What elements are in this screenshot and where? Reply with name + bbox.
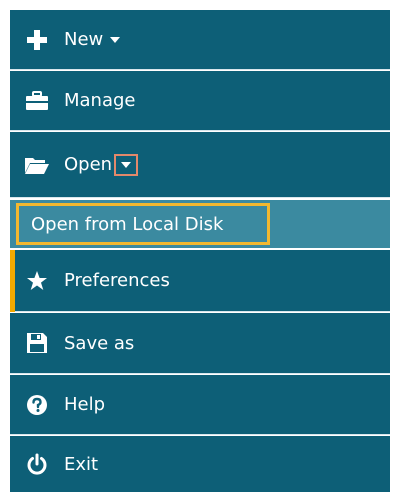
menu-item-help-label: Help bbox=[64, 394, 106, 415]
plus-icon bbox=[24, 28, 50, 52]
folder-open-icon bbox=[24, 153, 50, 177]
menu-item-open-label: Open bbox=[64, 154, 113, 175]
menu-item-open[interactable]: Open bbox=[10, 132, 390, 198]
chevron-down-icon bbox=[121, 161, 132, 168]
question-circle-icon bbox=[24, 393, 50, 417]
active-indicator bbox=[10, 250, 15, 312]
open-dropdown-toggle[interactable] bbox=[114, 153, 139, 176]
menu-item-exit-label: Exit bbox=[64, 453, 99, 475]
briefcase-icon bbox=[24, 89, 50, 113]
chevron-down-icon[interactable] bbox=[110, 36, 121, 43]
menu-item-manage-label: Manage bbox=[64, 90, 136, 111]
file-menu: New Manage Open Open from Local Disk Pre… bbox=[0, 0, 404, 496]
star-icon bbox=[24, 269, 50, 293]
menu-item-new-label: New bbox=[64, 29, 104, 50]
menu-item-preferences[interactable]: Preferences bbox=[10, 250, 390, 312]
menu-item-help[interactable]: Help bbox=[10, 375, 390, 435]
open-submenu: Open from Local Disk bbox=[10, 200, 390, 248]
menu-item-manage[interactable]: Manage bbox=[10, 71, 390, 131]
menu-item-new[interactable]: New bbox=[10, 10, 390, 70]
open-from-local-disk-item[interactable]: Open from Local Disk bbox=[16, 203, 270, 245]
power-icon bbox=[24, 452, 50, 476]
open-from-local-disk-label: Open from Local Disk bbox=[31, 213, 224, 235]
menu-item-save-as-label: Save as bbox=[64, 332, 135, 354]
floppy-disk-icon bbox=[24, 331, 50, 355]
menu-item-save-as[interactable]: Save as bbox=[10, 313, 390, 374]
menu-item-exit[interactable]: Exit bbox=[10, 436, 390, 492]
menu-item-preferences-label: Preferences bbox=[64, 270, 170, 291]
